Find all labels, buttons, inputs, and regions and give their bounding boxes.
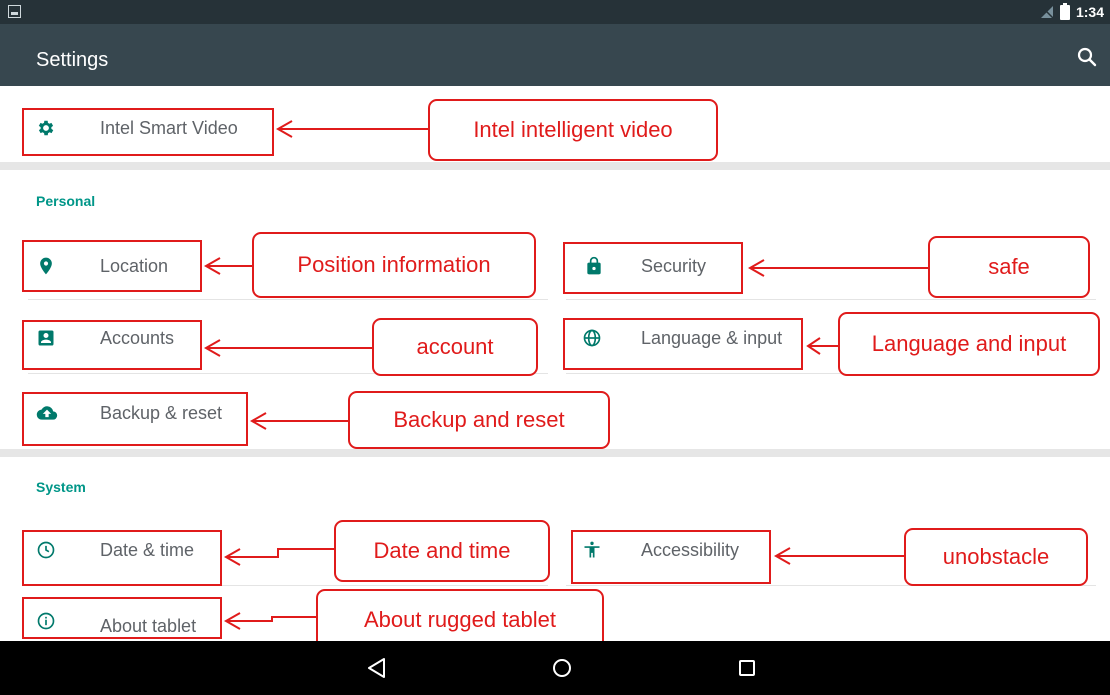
annotation-callout: unobstacle — [904, 528, 1088, 586]
home-icon[interactable] — [549, 655, 575, 681]
annotation-highlight — [571, 530, 771, 584]
annotation-highlight — [22, 597, 222, 639]
section-header-personal: Personal — [36, 193, 96, 209]
no-signal-icon — [1040, 6, 1054, 19]
annotation-callout: Intel intelligent video — [428, 99, 718, 161]
annotation-highlight — [563, 318, 803, 370]
section-divider — [0, 449, 1110, 457]
annotation-highlight — [22, 392, 248, 446]
search-icon[interactable] — [1076, 46, 1098, 68]
battery-icon — [1059, 2, 1070, 20]
annotation-highlight — [22, 530, 222, 586]
picture-notification-icon — [8, 5, 21, 18]
annotation-highlight — [22, 240, 202, 292]
row-divider — [28, 299, 548, 300]
row-divider — [566, 299, 1096, 300]
page-title: Settings — [36, 49, 109, 71]
annotation-highlight — [22, 108, 274, 156]
annotation-callout: account — [372, 318, 538, 376]
annotation-callout: Position information — [252, 232, 536, 298]
annotation-callout: Backup and reset — [348, 391, 610, 449]
app-toolbar: Settings — [0, 24, 1110, 86]
recents-icon[interactable] — [734, 655, 760, 681]
status-bar: 1:34 — [0, 0, 1110, 24]
status-time: 1:34 — [1075, 4, 1104, 20]
annotation-callout: Language and input — [838, 312, 1100, 376]
system-nav-bar — [0, 641, 1110, 695]
annotation-highlight — [22, 320, 202, 370]
annotation-highlight — [563, 242, 743, 294]
section-header-system: System — [36, 479, 86, 495]
status-icons: 1:34 — [1040, 2, 1104, 21]
section-divider — [0, 162, 1110, 170]
back-icon[interactable] — [364, 655, 390, 681]
annotation-callout: safe — [928, 236, 1090, 298]
annotation-callout: Date and time — [334, 520, 550, 582]
